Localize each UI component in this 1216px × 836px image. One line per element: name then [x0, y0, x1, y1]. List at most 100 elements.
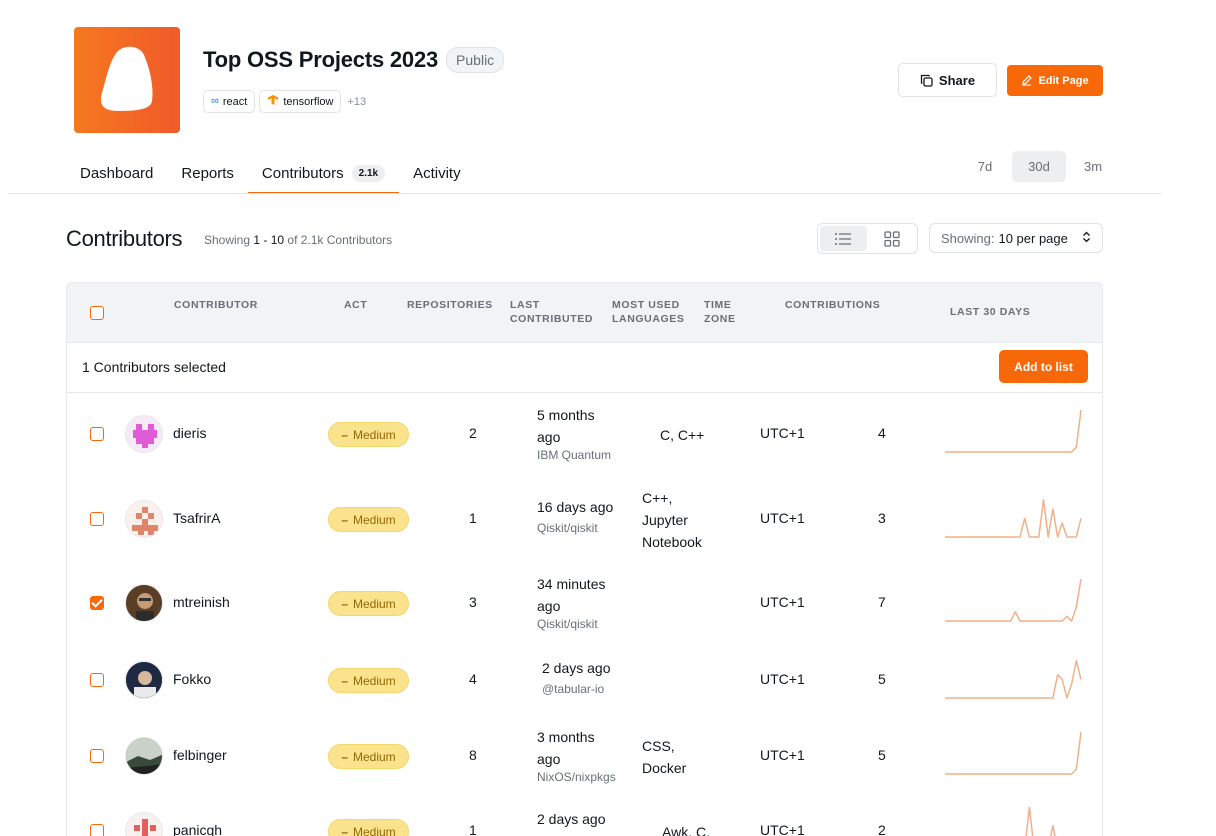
language-line: C++,	[642, 490, 673, 506]
last-contributed-repo[interactable]: @tabular-io	[542, 682, 604, 696]
avatar[interactable]	[125, 415, 163, 453]
share-label: Share	[938, 72, 976, 88]
row-checkbox[interactable]	[90, 824, 104, 836]
share-button[interactable]: Share	[898, 63, 997, 97]
contributor-name[interactable]: dieris	[173, 425, 206, 441]
column-header-timezone[interactable]: TIME ZONE	[704, 298, 736, 326]
range-30d[interactable]: 30d	[1012, 151, 1066, 182]
column-header-line: ZONE	[704, 313, 736, 325]
page-logo	[74, 27, 180, 133]
column-header-repositories[interactable]: REPOSITORIES	[407, 298, 493, 312]
per-page-select[interactable]: Showing: 10 per page	[929, 223, 1103, 253]
sparkline-chart	[945, 498, 1082, 538]
contributor-name[interactable]: mtreinish	[173, 594, 230, 610]
contributions-count: 2	[878, 822, 886, 836]
row-checkbox[interactable]	[90, 596, 104, 610]
range-7d[interactable]: 7d	[958, 151, 1012, 182]
column-header-contributions[interactable]: CONTRIBUTIONS	[785, 298, 880, 312]
languages: C++, Jupyter Notebook	[642, 487, 702, 553]
tab-dashboard[interactable]: Dashboard	[66, 153, 167, 193]
column-header-line: TIME	[704, 299, 732, 311]
range-3m[interactable]: 3m	[1066, 151, 1120, 182]
avatar[interactable]	[125, 737, 163, 775]
act-badge: – Medium	[328, 422, 409, 447]
act-label: Medium	[353, 673, 396, 688]
act-badge: – Medium	[328, 668, 409, 693]
showing-range: 1 - 10	[253, 233, 285, 247]
edit-page-button[interactable]: Edit Page	[1007, 65, 1103, 96]
tensorflow-icon	[267, 94, 279, 109]
select-all-checkbox[interactable]	[90, 306, 104, 320]
row-checkbox[interactable]	[90, 427, 104, 441]
avatar[interactable]	[125, 661, 163, 699]
column-header-last-30-days[interactable]: LAST 30 DAYS	[950, 305, 1030, 319]
last-contributed-line: 5 months	[537, 407, 595, 423]
column-header-act[interactable]: ACT	[344, 298, 367, 312]
tab-contributors[interactable]: Contributors 2.1k	[247, 153, 400, 194]
avatar[interactable]	[125, 500, 163, 538]
timezone: UTC+1	[760, 747, 805, 763]
sparkline-chart	[945, 659, 1082, 699]
grid-view-button[interactable]	[869, 226, 916, 251]
last-contributed-line: 3 months	[537, 729, 595, 745]
tab-label: Activity	[413, 164, 461, 182]
tags-more-count[interactable]: +13	[347, 96, 366, 108]
list-view-button[interactable]	[820, 226, 867, 251]
last-contributed-line: ago	[537, 429, 561, 445]
language-line: Docker	[642, 760, 687, 776]
column-header-line: LANGUAGES	[612, 313, 685, 325]
list-icon	[835, 232, 852, 245]
tag-label: react	[222, 95, 248, 108]
timezone: UTC+1	[760, 425, 805, 441]
last-contributed: 5 months ago	[537, 404, 595, 448]
row-checkbox[interactable]	[90, 512, 104, 526]
contributor-name[interactable]: TsafrirA	[173, 510, 220, 526]
avatar[interactable]	[125, 584, 163, 622]
row-checkbox[interactable]	[90, 673, 104, 687]
sparkline-series	[945, 410, 1082, 453]
view-toggle	[817, 223, 918, 254]
contributor-name[interactable]: Fokko	[173, 671, 211, 687]
repositories-count: 3	[469, 594, 477, 610]
edit-icon	[1022, 75, 1033, 86]
tab-label: Dashboard	[80, 164, 154, 182]
sparkline-chart	[945, 410, 1082, 453]
sparkline-chart	[945, 732, 1082, 775]
chevron-updown-icon	[1082, 231, 1091, 246]
act-badge: – Medium	[328, 507, 409, 532]
tab-activity[interactable]: Activity	[399, 153, 475, 193]
sparkline-series	[1025, 807, 1056, 836]
table-header: CONTRIBUTOR ACT REPOSITORIES LAST CONTRI…	[67, 283, 1102, 343]
tag-tensorflow[interactable]: tensorflow	[259, 90, 342, 113]
last-contributed-repo[interactable]: IBM Quantum	[537, 448, 611, 462]
visibility-badge: Public	[446, 47, 505, 73]
row-checkbox[interactable]	[90, 749, 104, 763]
last-contributed-repo[interactable]: Qiskit/qiskit	[537, 521, 598, 535]
sparkline-series	[945, 659, 1082, 699]
add-to-list-button[interactable]: Add to list	[999, 350, 1088, 383]
page-title: Top OSS Projects 2023	[203, 47, 439, 72]
last-contributed-repo[interactable]: Qiskit/qiskit	[537, 617, 598, 631]
showing-prefix: Showing	[204, 233, 254, 247]
column-header-languages[interactable]: MOST USED LANGUAGES	[612, 298, 685, 326]
languages: CSS, Docker	[642, 735, 686, 779]
column-header-line: MOST USED	[612, 299, 680, 311]
minus-icon: –	[341, 673, 348, 688]
copy-icon	[920, 74, 933, 87]
minus-icon: –	[341, 596, 348, 611]
last-contributed-repo[interactable]: NixOS/nixpkgs	[537, 770, 616, 784]
contributions-count: 5	[878, 747, 886, 763]
tags-row: ∞ react tensorflow +13	[203, 90, 366, 113]
contributions-count: 4	[878, 425, 886, 441]
title-row: Top OSS Projects 2023 Public	[203, 47, 505, 73]
tag-react[interactable]: ∞ react	[203, 90, 256, 113]
avatar[interactable]	[125, 812, 163, 836]
column-header-contributor[interactable]: CONTRIBUTOR	[174, 298, 258, 312]
contributor-name[interactable]: felbinger	[173, 747, 227, 763]
last-contributed: 16 days ago	[537, 499, 614, 515]
contributor-name[interactable]: panicgh	[173, 822, 222, 836]
act-label: Medium	[353, 427, 396, 442]
column-header-last-contributed[interactable]: LAST CONTRIBUTED	[510, 298, 593, 326]
sparkline-series	[945, 732, 1082, 775]
tab-reports[interactable]: Reports	[167, 153, 248, 193]
